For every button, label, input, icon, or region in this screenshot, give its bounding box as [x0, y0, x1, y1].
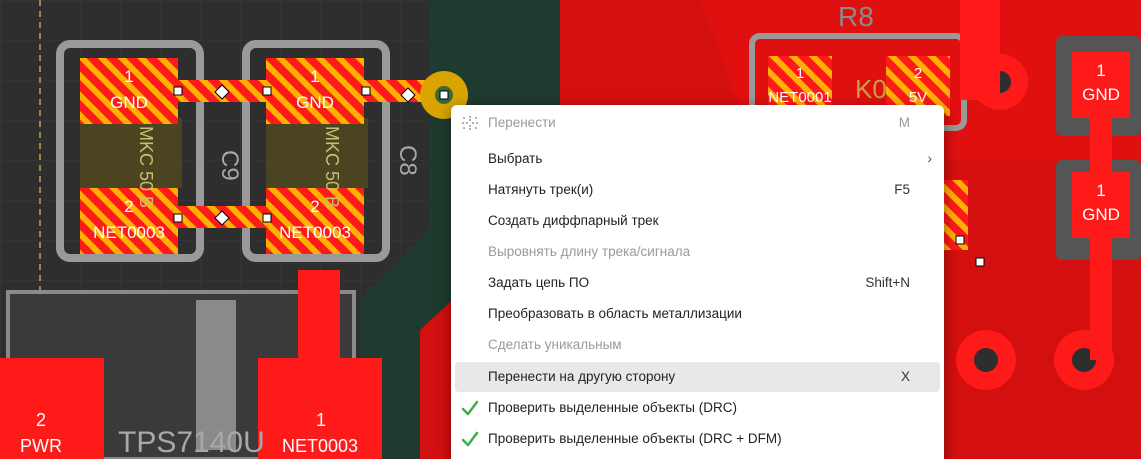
- c9-designator: C9: [216, 150, 243, 181]
- c9-pad1-net: GND: [110, 93, 148, 112]
- r8-pad1-net: NET0001: [768, 89, 831, 106]
- menu-item-label: Задать цепь ПО: [488, 275, 590, 290]
- menu-item-label: Проверить выделенные объекты (DRC): [488, 400, 738, 415]
- c8-value: MKC 50 B: [322, 126, 342, 208]
- menu-item-label: Проверить выделенные объекты (DRC + DFM): [488, 431, 782, 446]
- ic-pad-1-track[interactable]: [298, 270, 340, 360]
- move-dots-icon: [462, 116, 478, 130]
- menu-item-length-tune[interactable]: Выровнять длину трека/сигнала: [455, 237, 940, 267]
- c9-value: MKC 50 B: [136, 126, 156, 208]
- menu-item-shortcut: F5: [894, 182, 910, 197]
- c8-body: [266, 118, 368, 188]
- menu-item-make-unique[interactable]: Сделать уникальным: [455, 330, 940, 360]
- track-endpoint-handle[interactable]: [439, 90, 449, 100]
- menu-item-label: Выбрать: [488, 151, 543, 166]
- ic-pad1-net: NET0003: [282, 436, 358, 456]
- c9-pad2-net: NET0003: [93, 223, 165, 242]
- th-pad-mid-hole: [974, 348, 998, 372]
- menu-item-label: Натянуть трек(и): [488, 182, 594, 197]
- menu-item-diff-pair[interactable]: Создать диффпарный трек: [455, 206, 940, 236]
- context-menu: Перенести M Выбрать › Натянуть трек(и) F…: [451, 105, 944, 459]
- right-pad-top-number: 1: [1096, 61, 1105, 80]
- menu-item-route-tracks[interactable]: Натянуть трек(и) F5: [455, 175, 940, 205]
- r8-value: K0: [855, 74, 887, 104]
- menu-item-label: Перенести на другую сторону: [488, 369, 676, 384]
- r8-designator: R8: [838, 1, 874, 32]
- right-pad-mid-net: GND: [1082, 205, 1120, 224]
- checkmark-icon: [461, 431, 479, 447]
- menu-item-flip-side[interactable]: Перенести на другую сторону X: [455, 362, 940, 392]
- r8-pad1-number: 1: [796, 65, 804, 82]
- menu-item-label: Выровнять длину трека/сигнала: [488, 244, 691, 259]
- c9-pad2-number: 2: [124, 197, 133, 216]
- right-track-vertical[interactable]: [1090, 110, 1112, 360]
- chevron-right-icon: ›: [927, 150, 932, 166]
- menu-item-drc-dfm[interactable]: Проверить выделенные объекты (DRC + DFM): [455, 424, 940, 454]
- right-pad-top-net: GND: [1082, 85, 1120, 104]
- menu-item-shortcut: X: [900, 369, 910, 384]
- menu-item-label: Перенести: [488, 115, 556, 130]
- c8-pad1-net: GND: [296, 93, 334, 112]
- right-pad-mid-number: 1: [1096, 181, 1105, 200]
- ic-part-number: TPS7140U: [118, 426, 265, 459]
- c9-body: [80, 118, 182, 188]
- ic-pad2-net: PWR: [20, 436, 62, 456]
- menu-item-set-net[interactable]: Задать цепь ПО Shift+N: [455, 268, 940, 298]
- menu-item-select[interactable]: Выбрать ›: [455, 144, 940, 174]
- c8-pad2-net: NET0003: [279, 223, 351, 242]
- checkmark-icon: [461, 400, 479, 416]
- track-handle-right-2[interactable]: [975, 257, 985, 267]
- menu-item-shortcut: Shift+N: [865, 275, 910, 290]
- c8-pad1-number: 1: [310, 67, 319, 86]
- menu-item-label: Преобразовать в область металлизации: [488, 306, 742, 321]
- c8-designator: C8: [394, 145, 421, 176]
- right-track-a[interactable]: [960, 0, 1000, 100]
- menu-item-label: Сделать уникальным: [488, 337, 622, 352]
- menu-item-convert-to-pour[interactable]: Преобразовать в область металлизации: [455, 299, 940, 329]
- menu-item-label: Создать диффпарный трек: [488, 213, 659, 228]
- track-handle-right[interactable]: [955, 235, 965, 245]
- ic-pad1-number: 1: [316, 410, 326, 430]
- menu-item-move[interactable]: Перенести M: [455, 108, 940, 138]
- c9-pad1-number: 1: [124, 67, 133, 86]
- menu-item-drc[interactable]: Проверить выделенные объекты (DRC): [455, 393, 940, 423]
- r8-pad2-net: 5V: [909, 89, 927, 106]
- r8-pad2-number: 2: [914, 65, 922, 82]
- c8-pad2-number: 2: [310, 197, 319, 216]
- menu-item-shortcut: M: [898, 115, 910, 130]
- ic-pad2-number: 2: [36, 410, 46, 430]
